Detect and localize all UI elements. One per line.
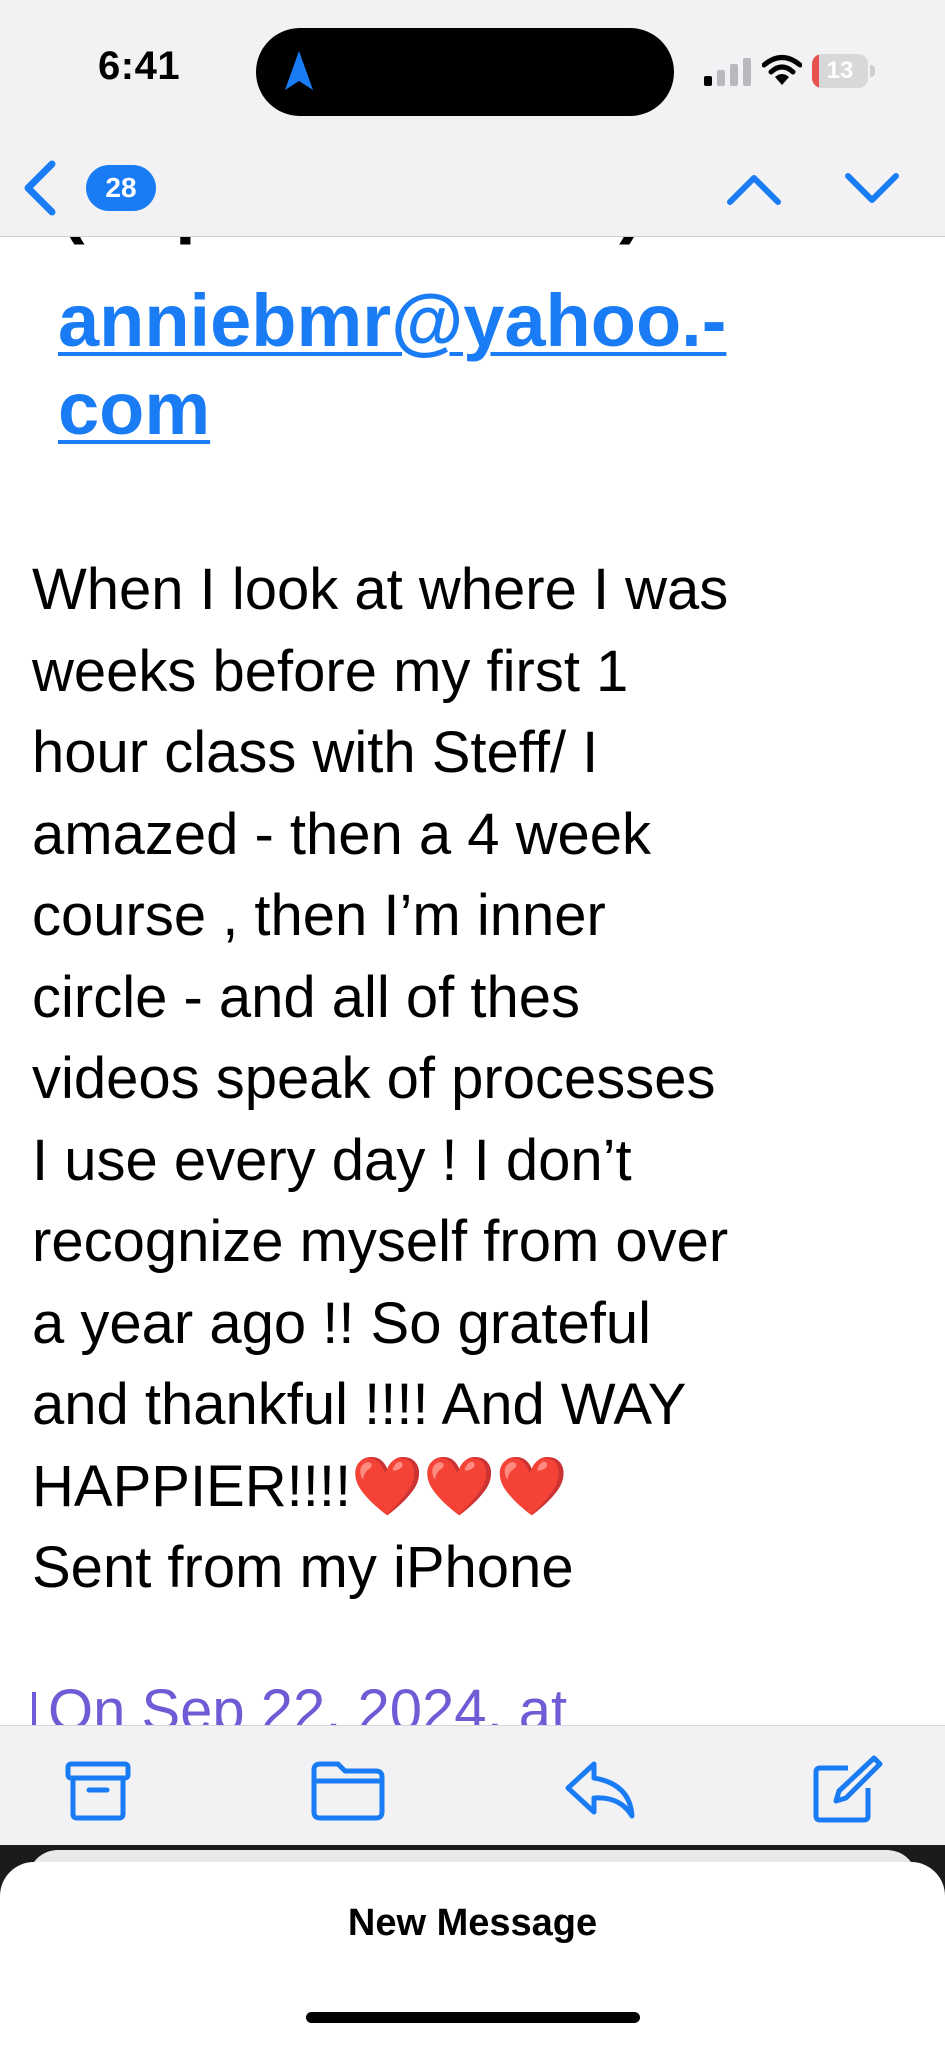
move-to-folder-button[interactable]	[308, 1754, 388, 1824]
message-line: HAPPIER!!!!❤️❤️❤️	[32, 1453, 568, 1519]
back-button[interactable]: 28	[14, 148, 174, 228]
archive-button[interactable]	[58, 1754, 138, 1824]
email-link-line-1[interactable]: anniebmr@yahoo.-	[58, 279, 726, 362]
status-time: 6:41	[98, 44, 181, 88]
battery-tip	[870, 65, 875, 77]
chevron-down-icon[interactable]	[842, 160, 902, 216]
chevron-left-icon	[24, 160, 56, 216]
wifi-icon	[762, 55, 802, 85]
nav-bar: 28	[0, 140, 945, 237]
sender-email-link[interactable]: anniebmr@yahoo.- com	[58, 277, 878, 453]
dynamic-island	[256, 28, 674, 116]
email-link-line-2[interactable]: com	[58, 367, 210, 450]
message-body: (Sept 22 Edition) anniebmr@yahoo.- com W…	[0, 237, 945, 1725]
message-line: course , then I’m inner	[32, 883, 606, 948]
chevron-up-icon[interactable]	[724, 160, 784, 216]
message-line: videos speak of processes	[32, 1046, 716, 1111]
compose-button[interactable]	[808, 1754, 888, 1824]
status-bar: 6:41 13	[0, 0, 945, 140]
bottom-toolbar	[0, 1725, 945, 1846]
message-line: hour class with Steff/ I	[32, 720, 599, 785]
battery-body: 13	[812, 54, 868, 88]
quote-bar	[32, 1692, 36, 1725]
message-heading-clipped: (Sept 22 Edition)	[60, 237, 644, 246]
battery-icon: 13	[812, 54, 876, 88]
message-line: I use every day ! I don’t	[32, 1127, 632, 1193]
location-arrow-icon	[285, 51, 313, 90]
reply-button[interactable]	[560, 1754, 640, 1824]
message-line: weeks before my first 1	[32, 638, 629, 704]
home-indicator[interactable]	[306, 2012, 640, 2023]
reply-icon	[565, 1761, 635, 1819]
folder-icon	[311, 1761, 385, 1821]
message-text: When I look at where I was weeks before …	[32, 549, 912, 1609]
quoted-header: On Sep 22, 2024, at	[48, 1678, 568, 1725]
cellular-signal-icon	[704, 58, 751, 86]
message-line: When I look at where I was	[32, 557, 729, 622]
signature-line: Sent from my iPhone	[32, 1535, 574, 1600]
battery-level: 13	[826, 57, 854, 84]
unread-count-badge: 28	[86, 165, 156, 211]
new-message-title[interactable]: New Message	[0, 1902, 945, 1945]
message-line: recognize myself from over	[32, 1209, 729, 1274]
message-line: a year ago !! So grateful	[32, 1290, 652, 1356]
mail-message-screen: 6:41 13 28 anniebmr@yahoo.- com When I l…	[0, 0, 945, 2048]
message-line: amazed - then a 4 week	[32, 801, 652, 867]
message-line: circle - and all of thes	[32, 964, 581, 1030]
compose-icon	[813, 1755, 883, 1823]
message-line: and thankful !!!! And WAY	[32, 1372, 687, 1437]
archive-box-icon	[65, 1761, 131, 1821]
